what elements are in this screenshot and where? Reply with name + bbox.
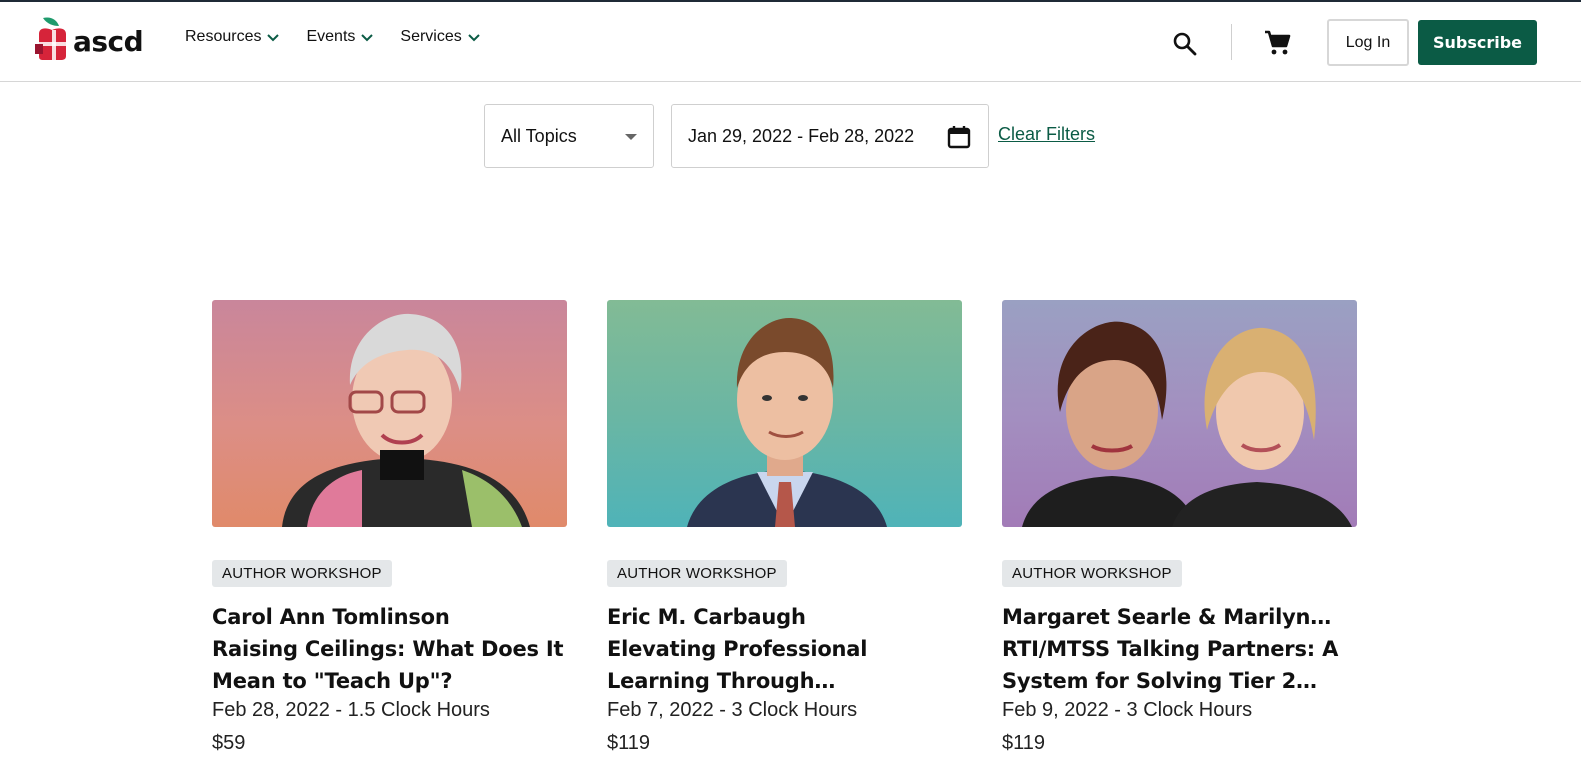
event-meta: Feb 28, 2022 - 1.5 Clock Hours — [212, 699, 490, 721]
date-range-input[interactable]: Jan 29, 2022 - Feb 28, 2022 — [671, 104, 989, 168]
event-title-line: Learning Through… — [607, 669, 836, 693]
event-card[interactable]: AUTHOR WORKSHOP Margaret Searle & Marily… — [1002, 300, 1357, 755]
event-type-badge: AUTHOR WORKSHOP — [212, 560, 392, 587]
nav-events[interactable]: Events — [306, 28, 374, 46]
chevron-down-icon — [468, 34, 480, 42]
event-title-line: System for Solving Tier 2… — [1002, 669, 1317, 693]
site-header: ascd Resources Events Services Log In Su… — [0, 2, 1581, 82]
event-price: $59 — [212, 732, 246, 754]
speaker-portrait — [687, 318, 887, 527]
nav-resources[interactable]: Resources — [185, 28, 280, 46]
event-meta: Feb 9, 2022 - 3 Clock Hours — [1002, 699, 1253, 721]
event-title[interactable]: Eric M. Carbaugh Elevating Professional … — [607, 601, 962, 697]
topic-select[interactable]: All Topics — [484, 104, 654, 168]
event-title-line: RTI/MTSS Talking Partners: A — [1002, 637, 1339, 661]
speaker-portrait — [1022, 321, 1352, 527]
card-photo[interactable] — [212, 300, 567, 527]
caret-down-icon — [625, 134, 637, 140]
calendar-icon — [947, 126, 971, 149]
nav-services[interactable]: Services — [400, 28, 480, 46]
speaker-portrait — [282, 313, 530, 527]
event-type-badge: AUTHOR WORKSHOP — [1002, 560, 1182, 587]
event-title-line: Raising Ceilings: What Does It — [212, 637, 564, 661]
event-card[interactable]: AUTHOR WORKSHOP Carol Ann Tomlinson Rais… — [212, 300, 567, 755]
event-title-line: Elevating Professional — [607, 637, 868, 661]
nav-events-label: Events — [306, 28, 356, 45]
subscribe-button[interactable]: Subscribe — [1418, 20, 1537, 65]
event-type-badge: AUTHOR WORKSHOP — [607, 560, 787, 587]
event-title-line: Margaret Searle & Marilyn… — [1002, 605, 1332, 629]
card-photo[interactable] — [1002, 300, 1357, 527]
login-button[interactable]: Log In — [1327, 19, 1409, 66]
event-price: $119 — [607, 732, 651, 754]
chevron-down-icon — [267, 34, 280, 42]
apple-logo-icon — [35, 17, 66, 60]
nav-services-label: Services — [400, 28, 462, 45]
event-card[interactable]: AUTHOR WORKSHOP Eric M. Carbaugh Elevati… — [607, 300, 962, 755]
main-nav: Resources Events Services — [185, 28, 507, 46]
event-price: $119 — [1002, 732, 1046, 754]
card-photo[interactable] — [607, 300, 962, 527]
event-meta: Feb 7, 2022 - 3 Clock Hours — [607, 699, 858, 721]
header-divider — [1231, 24, 1232, 60]
logo-wordmark: ascd — [73, 24, 144, 58]
event-title-line: Eric M. Carbaugh — [607, 605, 806, 629]
event-title[interactable]: Margaret Searle & Marilyn… RTI/MTSS Talk… — [1002, 601, 1357, 697]
ascd-logo[interactable]: ascd — [35, 16, 144, 60]
event-title-line: Mean to "Teach Up"? — [212, 669, 453, 693]
date-range-value: Jan 29, 2022 - Feb 28, 2022 — [688, 125, 915, 146]
event-title[interactable]: Carol Ann Tomlinson Raising Ceilings: Wh… — [212, 601, 567, 697]
nav-resources-label: Resources — [185, 28, 262, 45]
chevron-down-icon — [361, 34, 374, 42]
cart-icon[interactable] — [1262, 28, 1292, 58]
clear-filters-link[interactable]: Clear Filters — [998, 124, 1095, 145]
event-title-line: Carol Ann Tomlinson — [212, 605, 450, 629]
search-icon[interactable] — [1171, 30, 1199, 58]
topic-select-value: All Topics — [501, 125, 577, 146]
